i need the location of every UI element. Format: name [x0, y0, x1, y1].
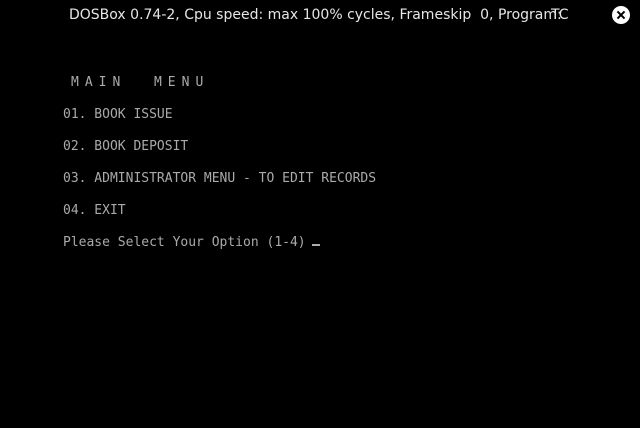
menu-item-exit: 04. EXIT	[63, 203, 126, 218]
window-title: DOSBox 0.74-2, Cpu speed: max 100% cycle…	[69, 7, 562, 23]
dos-screen[interactable]: MAIN MENU 01. BOOK ISSUE 02. BOOK DEPOSI…	[0, 30, 640, 428]
close-icon[interactable]	[612, 6, 630, 24]
menu-item-administrator: 03. ADMINISTRATOR MENU - TO EDIT RECORDS	[63, 171, 377, 186]
menu-item-book-issue: 01. BOOK ISSUE	[63, 107, 173, 122]
menu-item-book-deposit: 02. BOOK DEPOSIT	[63, 139, 189, 154]
option-prompt-text: Please Select Your Option (1-4)	[63, 235, 306, 250]
text-cursor	[311, 244, 320, 246]
option-prompt[interactable]: Please Select Your Option (1-4)	[63, 235, 320, 251]
dosbox-window: DOSBox 0.74-2, Cpu speed: max 100% cycle…	[0, 0, 640, 428]
main-menu-heading: MAIN MENU	[71, 75, 210, 90]
title-bar: DOSBox 0.74-2, Cpu speed: max 100% cycle…	[0, 0, 640, 30]
program-name: TC	[551, 7, 569, 23]
